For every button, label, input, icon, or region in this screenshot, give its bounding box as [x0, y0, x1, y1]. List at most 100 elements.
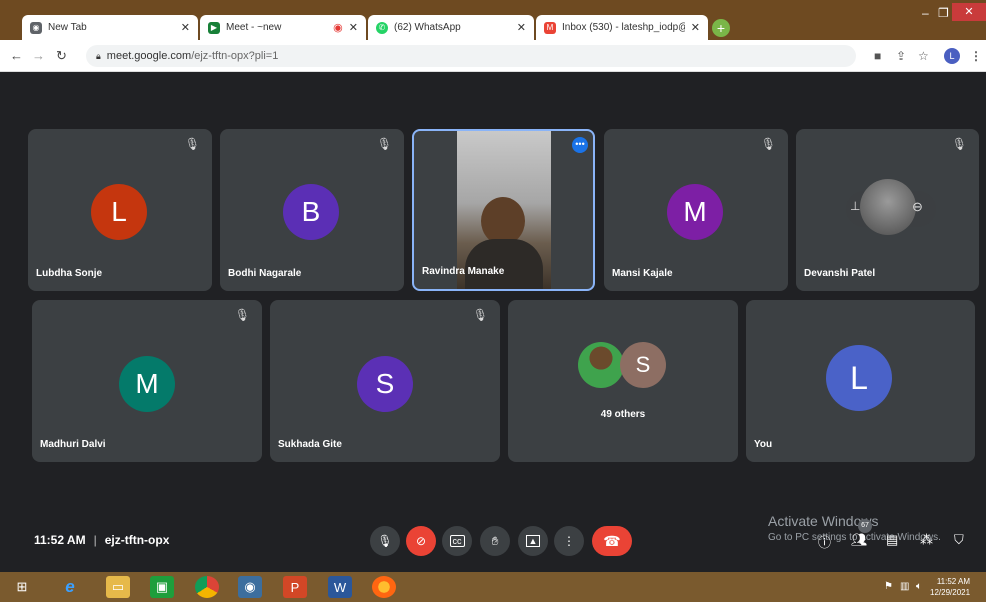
meet-icon: ▶	[208, 21, 220, 34]
mic-off-icon: 🎙︎	[951, 137, 967, 151]
more-options-button[interactable]: •••	[572, 137, 588, 153]
participant-name: Mansi Kajale	[612, 268, 673, 279]
more-options-button[interactable]: ⋮	[554, 526, 584, 556]
camera-icon[interactable]: ■	[874, 49, 881, 63]
avatar: M	[119, 356, 175, 412]
avatar-photo	[860, 179, 916, 235]
system-clock[interactable]: 11:52 AM 12/29/2021	[930, 576, 970, 598]
pin-icon[interactable]: ⊥	[850, 199, 860, 213]
firefox-icon[interactable]	[372, 576, 396, 598]
avatar: S	[357, 356, 413, 412]
back-icon[interactable]: ←	[10, 48, 23, 63]
avatar: L	[91, 184, 147, 240]
present-icon: ▲	[525, 535, 541, 547]
participant-tile[interactable]: 🎙︎ S Sukhada Gite	[270, 300, 500, 462]
tab-whatsapp[interactable]: ✆ (62) WhatsApp ✕	[368, 15, 534, 40]
camera-off-icon: ⊘	[415, 534, 427, 548]
captions-icon: cc	[449, 535, 465, 547]
network-icon[interactable]: ▥	[900, 581, 909, 592]
avatar: M	[667, 184, 723, 240]
mic-icon: 🎙︎	[377, 534, 393, 548]
remove-icon[interactable]: ⊖	[912, 199, 923, 215]
participant-tile-active[interactable]: ••• Ravindra Manake	[412, 129, 595, 291]
address-bar[interactable]: 🔒︎ meet.google.com/ejz-tftn-opx?pli=1	[86, 45, 856, 67]
hand-icon: ✋︎	[491, 533, 499, 548]
browser-toolbar: ← → ↻ 🔒︎ meet.google.com/ejz-tftn-opx?pl…	[0, 40, 986, 72]
url-host: meet.google.com	[106, 50, 192, 62]
participant-name: Lubdha Sonje	[36, 268, 103, 279]
gmail-icon: M	[544, 21, 556, 34]
self-tile[interactable]: L You	[746, 300, 975, 462]
host-controls-icon[interactable]: ⛉	[954, 532, 964, 548]
windows-start-icon[interactable]: ⊞	[10, 576, 34, 598]
flag-icon[interactable]: ⚑	[884, 581, 893, 592]
forward-icon[interactable]: →	[32, 48, 45, 63]
participant-name: You	[754, 439, 773, 450]
tab-gmail[interactable]: M Inbox (530) - lateshp_iodp@bkc. ✕	[536, 15, 708, 40]
raise-hand-button[interactable]: ✋︎	[480, 526, 510, 556]
star-icon[interactable]: ☆	[918, 49, 929, 63]
powerpoint-icon[interactable]: P	[283, 576, 307, 598]
mic-off-icon: 🎙︎	[234, 308, 250, 322]
close-icon[interactable]: ✕	[181, 21, 190, 34]
chrome-profile-icon[interactable]: ◉	[238, 576, 262, 598]
person-body	[465, 239, 543, 289]
profile-avatar[interactable]: L	[944, 48, 960, 64]
present-button[interactable]: ▲	[518, 526, 548, 556]
others-tile[interactable]: S 49 others	[508, 300, 738, 462]
camera-off-button[interactable]: ⊘	[406, 526, 436, 556]
kebab-menu-icon[interactable]: ⋮	[970, 49, 982, 63]
window-close-button[interactable]: ✕	[952, 3, 986, 21]
activities-icon[interactable]: ⁂	[920, 532, 933, 548]
avatar: L	[826, 345, 892, 411]
participant-tile[interactable]: 🎙︎ L Lubdha Sonje	[28, 129, 212, 291]
others-count: 49 others	[600, 409, 646, 420]
new-tab-button[interactable]: +	[712, 19, 730, 37]
volume-icon[interactable]: 🔈︎	[916, 581, 922, 592]
store-icon[interactable]: ▣	[150, 576, 174, 598]
clock-time: 11:52 AM	[936, 577, 971, 586]
mic-off-icon: 🎙︎	[184, 137, 200, 151]
avatar: B	[283, 184, 339, 240]
tab-meet[interactable]: ▶ Meet - ~new ◉ ✕	[200, 15, 366, 40]
tab-title: Meet - ~new	[226, 22, 282, 33]
avatar-photo	[578, 342, 624, 388]
screen: ◉ New Tab ✕ ▶ Meet - ~new ◉ ✕ ✆ (62) Wha…	[0, 0, 986, 602]
reload-icon[interactable]: ↻	[56, 48, 67, 64]
close-icon[interactable]: ✕	[691, 21, 700, 34]
leave-call-button[interactable]: ☎︎	[592, 526, 632, 556]
minimize-icon[interactable]: –	[922, 6, 929, 20]
word-icon[interactable]: W	[328, 576, 352, 598]
participant-name: Devanshi Patel	[804, 268, 876, 279]
meeting-code[interactable]: ejz-tftn-opx	[105, 533, 170, 547]
chrome-icon[interactable]	[195, 576, 219, 598]
maximize-icon[interactable]: ❐	[938, 6, 949, 20]
participant-name: Sukhada Gite	[278, 439, 342, 450]
participant-tile[interactable]: 🎙︎ M Mansi Kajale	[604, 129, 788, 291]
browser-tab-bar: ◉ New Tab ✕ ▶ Meet - ~new ◉ ✕ ✆ (62) Wha…	[0, 0, 986, 40]
tab-new-tab[interactable]: ◉ New Tab ✕	[22, 15, 198, 40]
chrome-icon: ◉	[30, 21, 42, 34]
meeting-details: 11:52 AM | ejz-tftn-opx	[34, 533, 169, 547]
chat-icon[interactable]: ▤	[886, 532, 898, 548]
participant-tile[interactable]: 🎙︎ M Madhuri Dalvi	[32, 300, 262, 462]
mic-off-icon: 🎙︎	[472, 308, 488, 322]
share-icon[interactable]: ⇪	[896, 49, 906, 63]
whatsapp-icon: ✆	[376, 21, 388, 34]
close-icon[interactable]: ✕	[517, 21, 526, 34]
info-icon[interactable]: ⓘ	[818, 532, 831, 551]
internet-explorer-icon[interactable]: e	[58, 576, 82, 598]
file-explorer-icon[interactable]: ▭	[106, 576, 130, 598]
kebab-icon: ⋮	[563, 534, 575, 548]
participant-name: Madhuri Dalvi	[40, 439, 106, 450]
close-icon[interactable]: ✕	[349, 21, 358, 34]
captions-button[interactable]: cc	[442, 526, 472, 556]
tab-title: (62) WhatsApp	[394, 22, 461, 33]
hangup-icon: ☎︎	[603, 532, 621, 549]
microphone-button[interactable]: 🎙︎	[370, 526, 400, 556]
clock-date: 12/29/2021	[930, 588, 971, 597]
participant-tile[interactable]: 🎙︎ ⊥ ⊖ Devanshi Patel	[796, 129, 979, 291]
people-icon[interactable]: 👥︎	[851, 532, 868, 548]
participant-name: Bodhi Nagarale	[228, 268, 302, 279]
participant-tile[interactable]: 🎙︎ B Bodhi Nagarale	[220, 129, 404, 291]
